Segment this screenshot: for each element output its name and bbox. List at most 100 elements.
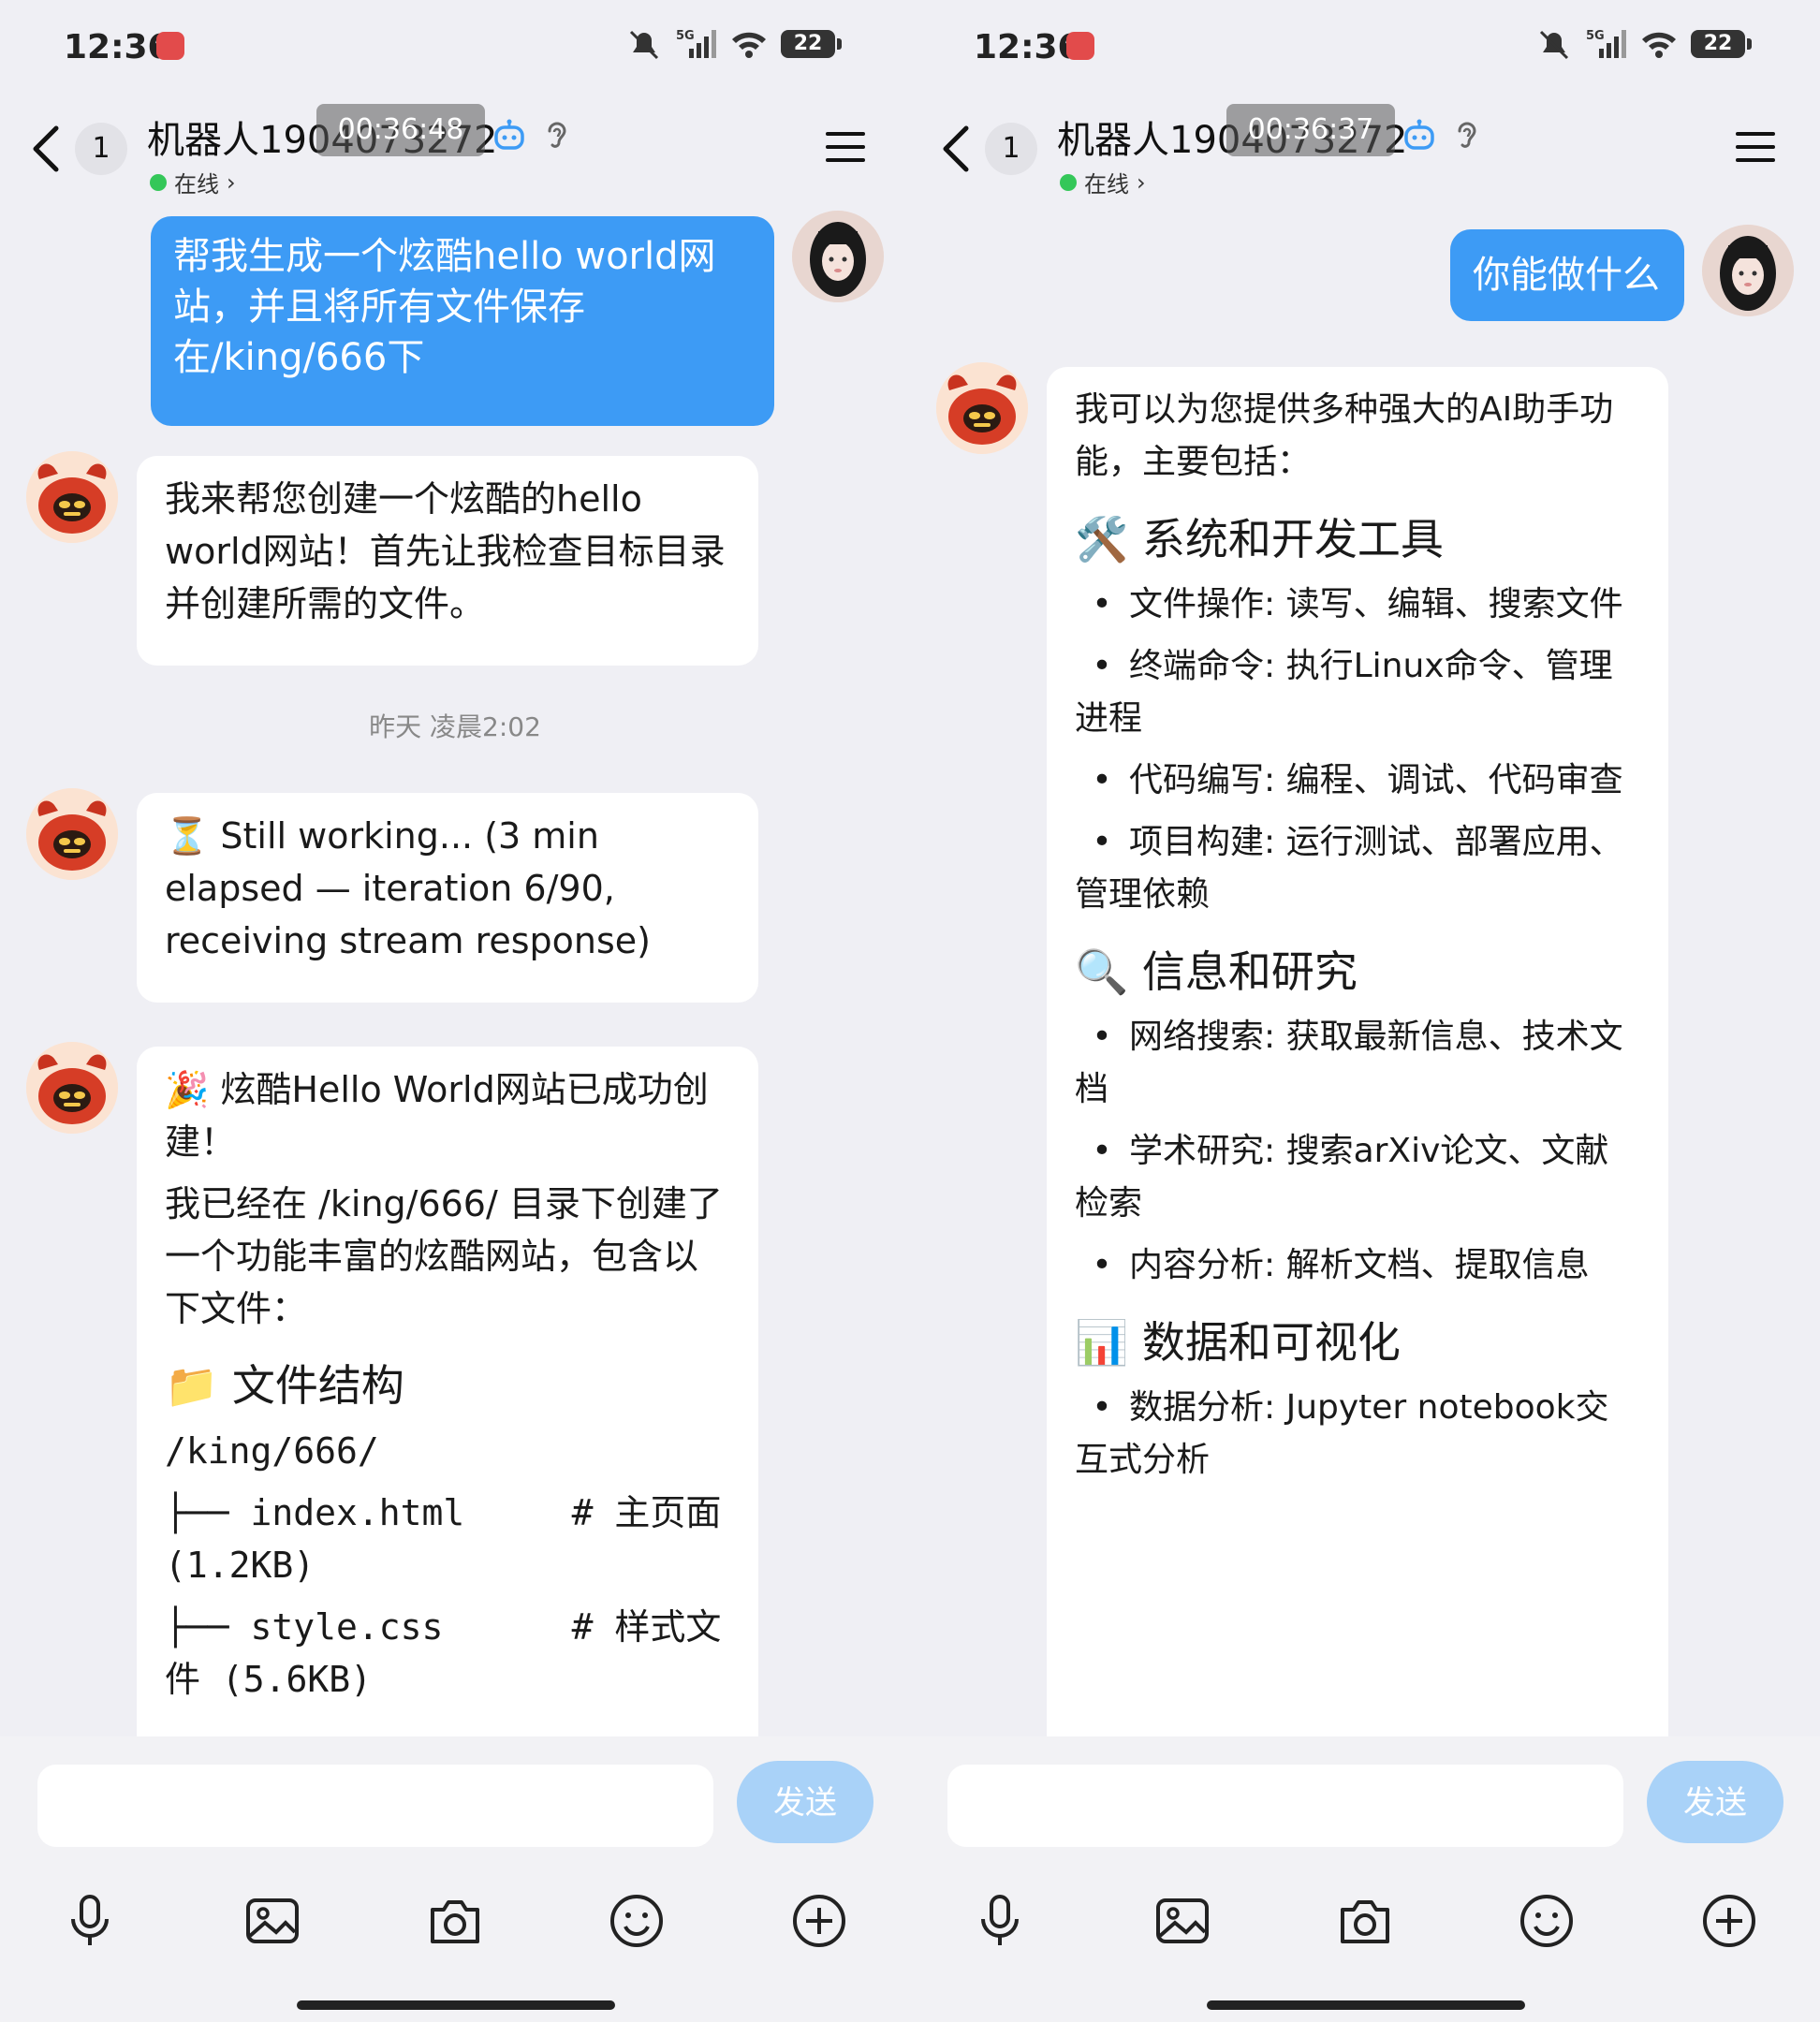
list-item-text: 数据分析: Jupyter notebook交互式分析: [1075, 1388, 1609, 1479]
bot-message-bubble[interactable]: 我来帮您创建一个炫酷的hello world网站！首先让我检查目标目录并创建所需…: [137, 456, 758, 666]
chat-screen-left: 12:36 5G 22 1 机器人1904073272 00:36:48 在线›…: [0, 0, 910, 2022]
microphone-icon[interactable]: [60, 1891, 120, 1951]
user-message-bubble[interactable]: 你能做什么: [1450, 229, 1684, 321]
chat-header: 1 机器人1904073272 00:36:37 在线›: [910, 98, 1820, 201]
camera-icon[interactable]: [425, 1891, 485, 1951]
section-heading: 🛠️ 系统和开发工具: [1075, 509, 1640, 569]
signal-icon: 5G: [1586, 29, 1626, 58]
mute-icon: [629, 30, 659, 60]
image-icon[interactable]: [1152, 1891, 1212, 1951]
unread-count-badge[interactable]: 1: [75, 123, 127, 175]
ear-icon[interactable]: [1453, 119, 1481, 151]
list-item: • 项目构建: 运行测试、部署应用、管理依赖: [1075, 816, 1640, 921]
unread-count-badge[interactable]: 1: [985, 123, 1037, 175]
list-item: • 网络搜索: 获取最新信息、技术文档: [1075, 1011, 1640, 1116]
bullet-dot: •: [1092, 1388, 1112, 1427]
status-bar: 12:36 5G 22: [910, 0, 1820, 94]
back-arrow-icon[interactable]: [938, 123, 976, 175]
bot-message-bubble[interactable]: 我可以为您提供多种强大的AI助手功能，主要包括： 🛠️ 系统和开发工具 • 文件操作…: [1047, 367, 1668, 1736]
list-item-text: 代码编写: 编程、调试、代码审查: [1129, 761, 1623, 799]
list-item: • 内容分析: 解析文档、提取信息: [1075, 1239, 1640, 1292]
robot-icon[interactable]: [493, 119, 525, 151]
file-tree-line: ├── index.html # 主页面 (1.2KB): [165, 1492, 743, 1586]
composer-toolbar: [0, 1891, 910, 1966]
section-heading: 📊 数据和可视化: [1075, 1312, 1640, 1372]
svg-text:5G: 5G: [676, 29, 695, 43]
back-arrow-icon[interactable]: [28, 123, 66, 175]
section-heading: 📁 文件结构: [165, 1360, 404, 1411]
bullet-dot: •: [1092, 761, 1112, 799]
bullet-dot: •: [1092, 1246, 1112, 1284]
section-title: 数据和可视化: [1141, 1317, 1401, 1368]
mute-icon: [1539, 30, 1569, 60]
ear-icon[interactable]: [543, 119, 571, 151]
bot-message-text: ⏳ Still working... (3 min elapsed — iter…: [165, 815, 651, 961]
online-label: 在线: [174, 171, 219, 198]
menu-icon[interactable]: [824, 128, 867, 166]
list-item-text: 文件操作: 读写、编辑、搜索文件: [1129, 585, 1623, 623]
message-headline: 🎉 炫酷Hello World网站已成功创建！: [165, 1069, 709, 1163]
plus-icon[interactable]: [1699, 1891, 1759, 1951]
image-icon[interactable]: [242, 1891, 302, 1951]
user-message-bubble[interactable]: 帮我生成一个炫酷hello world网站，并且将所有文件保存在/king/66…: [151, 216, 774, 426]
microphone-icon[interactable]: [970, 1891, 1030, 1951]
file-tree-line: ├── style.css # 样式文件 (5.6KB): [165, 1606, 722, 1700]
send-button[interactable]: 发送: [1647, 1761, 1783, 1843]
composer: 发送: [0, 1736, 910, 2022]
home-indicator[interactable]: [297, 2000, 615, 2010]
emoji-icon[interactable]: [607, 1891, 667, 1951]
emoji-icon[interactable]: [1517, 1891, 1577, 1951]
send-button[interactable]: 发送: [737, 1761, 873, 1843]
bullet-dot: •: [1092, 1132, 1112, 1170]
bot-message-bubble[interactable]: 🎉 炫酷Hello World网站已成功创建！ 我已经在 /king/666/ …: [137, 1047, 758, 1736]
bot-avatar[interactable]: [936, 362, 1028, 454]
message-list[interactable]: 你能做什么 我可以为您提供多种强大的AI助手功能，主要包括： 🛠️ 系统和开发工…: [910, 201, 1820, 1736]
menu-icon[interactable]: [1734, 128, 1777, 166]
message-input[interactable]: [947, 1765, 1623, 1847]
list-item: • 学术研究: 搜索arXiv论文、文献检索: [1075, 1125, 1640, 1230]
robot-icon[interactable]: [1403, 119, 1435, 151]
online-dot: [150, 173, 167, 191]
list-item: • 文件操作: 读写、编辑、搜索文件: [1075, 579, 1640, 631]
bullet-dot: •: [1092, 585, 1112, 623]
composer-toolbar: [910, 1891, 1820, 1966]
app-notification-icon: [1066, 32, 1094, 60]
file-tree-root: /king/666/: [165, 1430, 379, 1472]
section-title: 系统和开发工具: [1141, 514, 1444, 564]
status-time: 12:36: [64, 28, 171, 66]
home-indicator[interactable]: [1207, 2000, 1525, 2010]
section-title: 信息和研究: [1141, 946, 1358, 997]
status-bar: 12:36 5G 22: [0, 0, 910, 94]
list-item: • 代码编写: 编程、调试、代码审查: [1075, 755, 1640, 807]
online-dot: [1060, 173, 1077, 191]
bot-avatar[interactable]: [26, 788, 118, 880]
bullet-dot: •: [1092, 823, 1112, 861]
section-emoji-icon: 🛠️: [1075, 514, 1142, 564]
system-icons: 5G 22: [1535, 28, 1752, 60]
user-avatar[interactable]: [792, 211, 884, 302]
online-status[interactable]: 在线 ›: [1060, 166, 1146, 198]
user-message-text: 帮我生成一个炫酷hello world网站，并且将所有文件保存在/king/66…: [173, 235, 716, 379]
call-timer: 00:36:48: [316, 104, 485, 156]
list-item-text: 学术研究: 搜索arXiv论文、文献检索: [1075, 1132, 1609, 1223]
camera-icon[interactable]: [1335, 1891, 1395, 1951]
user-avatar[interactable]: [1702, 225, 1794, 316]
bot-message-text: 我来帮您创建一个炫酷的hello world网站！首先让我检查目标目录并创建所需…: [165, 478, 726, 624]
plus-icon[interactable]: [789, 1891, 849, 1951]
bullet-dot: •: [1092, 647, 1112, 685]
battery-indicator: 22: [1691, 30, 1752, 58]
wifi-icon: [1642, 32, 1676, 58]
message-list[interactable]: 帮我生成一个炫酷hello world网站，并且将所有文件保存在/king/66…: [0, 201, 910, 1736]
bot-avatar[interactable]: [26, 451, 118, 543]
bullet-dot: •: [1092, 1018, 1112, 1056]
chat-screen-right: 12:36 5G 22 1 机器人1904073272 00:36:37 在线›…: [910, 0, 1820, 2022]
capability-sections: 🛠️ 系统和开发工具 • 文件操作: 读写、编辑、搜索文件 • 终端命令: 执行Linu…: [1075, 509, 1640, 1487]
bot-message-bubble[interactable]: ⏳ Still working... (3 min elapsed — iter…: [137, 793, 758, 1003]
message-paragraph: 我可以为您提供多种强大的AI助手功能，主要包括：: [1075, 390, 1614, 481]
section-emoji-icon: 📊: [1075, 1317, 1142, 1368]
app-notification-icon: [156, 32, 184, 60]
bot-avatar[interactable]: [26, 1042, 118, 1134]
online-status[interactable]: 在线 ›: [150, 166, 236, 198]
message-input[interactable]: [37, 1765, 713, 1847]
svg-text:5G: 5G: [1586, 29, 1605, 43]
